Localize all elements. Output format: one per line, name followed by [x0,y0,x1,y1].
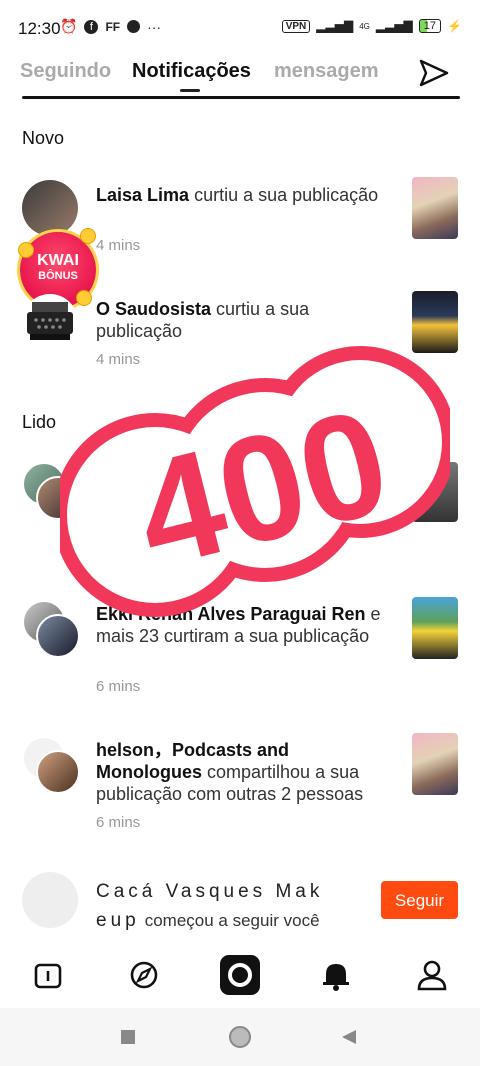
vpn-badge: VPN [281,19,311,33]
charging-icon: ⚡ [447,19,462,33]
status-bar: 12:30 ⏰ f FF ··· VPN ▂▃▅▇ 4G ▂▃▅▇ 17 ⚡ [0,0,480,56]
follow-button[interactable]: Seguir [381,881,458,919]
coin-icon [76,290,92,306]
home-icon[interactable] [28,955,68,995]
signal-icon-2: ▂▃▅▇ [375,19,413,33]
notification-time: 4 mins [96,237,141,254]
ff-icon: FF [105,19,121,34]
notification-user-name[interactable]: O Saudosista [96,299,211,319]
network-label: 4G [359,21,370,31]
back-icon[interactable] [340,1028,358,1046]
avatar-stack[interactable] [22,736,80,794]
send-icon[interactable] [418,58,450,88]
alarm-icon: ⏰ [60,18,78,34]
notification-user-name[interactable]: Laisa Lima [96,185,189,205]
tab-divider [22,96,460,99]
kwai-badge-line2: BÔNUS [38,270,78,282]
avatar [36,750,80,794]
bottom-nav [0,945,480,1005]
tab-mensagem[interactable]: mensagem [274,60,379,83]
camera-record-icon[interactable] [218,953,262,997]
notification-time: 6 mins [96,814,141,831]
more-icon: ··· [147,18,162,35]
notification-action: curtiu a sua publicação [194,185,379,205]
avatar[interactable] [22,180,78,236]
facebook-icon: f [84,19,99,34]
discover-icon[interactable] [124,955,164,995]
tab-notificacoes[interactable]: Notificações [132,60,251,83]
notification-time: 6 mins [96,678,141,695]
overlay-text: 400 [120,376,403,600]
notification-action: começou a seguir você [144,911,320,930]
section-new-title: Novo [22,128,65,148]
avatar[interactable] [22,872,78,928]
coin-icon [80,228,96,244]
post-thumbnail[interactable] [412,733,458,795]
active-tab-indicator [180,89,200,92]
status-time: 12:30 [18,19,61,38]
post-thumbnail[interactable] [412,177,458,239]
status-icons-right: VPN ▂▃▅▇ 4G ▂▃▅▇ 17 ⚡ [281,19,462,33]
kwai-badge-line1: KWAI [37,252,79,269]
signal-icon: ▂▃▅▇ [316,19,354,33]
kwai-400-overlay[interactable]: 400 [60,330,450,630]
home-system-icon[interactable] [229,1026,251,1048]
profile-icon[interactable] [412,955,452,995]
section-read-title: Lido [22,412,57,432]
system-nav-bar [0,1008,480,1066]
notifications-bell-icon[interactable] [316,955,356,995]
top-tabs: Seguindo Notificações mensagem [0,56,480,100]
app-icon [127,20,141,33]
battery-level: 17 [418,19,442,33]
tab-seguindo[interactable]: Seguindo [20,60,111,83]
status-icons-left: ⏰ f FF ··· [60,18,161,35]
recents-icon[interactable] [121,1030,135,1044]
